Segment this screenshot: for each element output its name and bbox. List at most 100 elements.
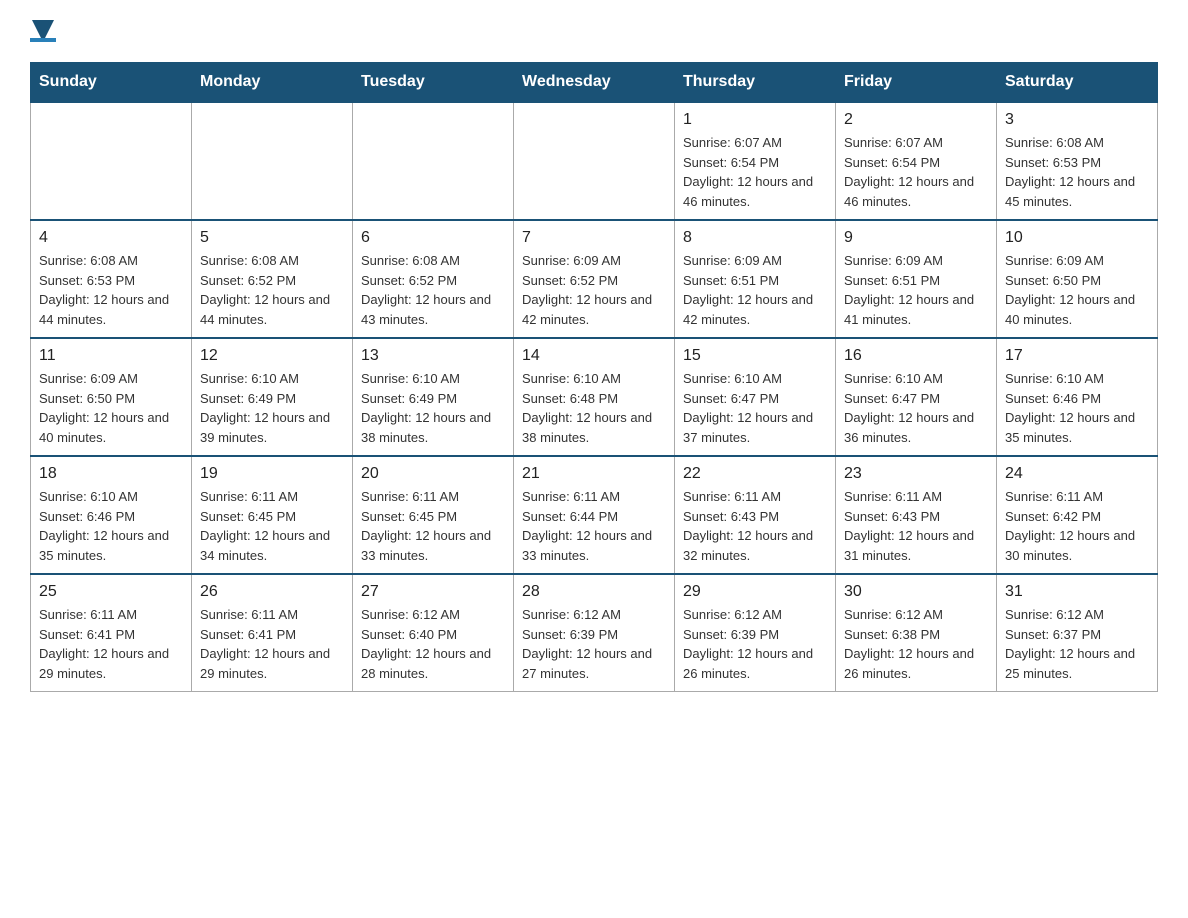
col-friday: Friday <box>836 63 997 103</box>
day-number: 16 <box>844 347 988 365</box>
table-row: 13Sunrise: 6:10 AM Sunset: 6:49 PM Dayli… <box>353 338 514 456</box>
day-info: Sunrise: 6:10 AM Sunset: 6:47 PM Dayligh… <box>683 369 827 447</box>
day-info: Sunrise: 6:11 AM Sunset: 6:41 PM Dayligh… <box>39 605 183 683</box>
calendar-week-row: 1 Sunrise: 6:07 AM Sunset: 6:54 PM Daylig… <box>31 102 1158 220</box>
day-info: Sunrise: 6:10 AM Sunset: 6:48 PM Dayligh… <box>522 369 666 447</box>
table-row: 21Sunrise: 6:11 AM Sunset: 6:44 PM Dayli… <box>514 456 675 574</box>
day-number: 11 <box>39 347 183 365</box>
day-number: 23 <box>844 465 988 483</box>
day-number: 6 <box>361 229 505 247</box>
day-number: 26 <box>200 583 344 601</box>
table-row: 28 Sunrise: 6:12 AM Sunset: 6:39 PM Dayli… <box>514 574 675 692</box>
day-number: 28 <box>522 583 666 601</box>
table-row: 25 Sunrise: 6:11 AM Sunset: 6:41 PM Dayli… <box>31 574 192 692</box>
day-info: Sunrise: 6:11 AM Sunset: 6:41 PM Dayligh… <box>200 605 344 683</box>
day-number: 31 <box>1005 583 1149 601</box>
logo <box>30 20 56 42</box>
day-number: 3 <box>1005 111 1149 129</box>
day-number: 10 <box>1005 229 1149 247</box>
table-row: 14 Sunrise: 6:10 AM Sunset: 6:48 PM Dayli… <box>514 338 675 456</box>
table-row: 17 Sunrise: 6:10 AM Sunset: 6:46 PM Dayli… <box>997 338 1158 456</box>
col-tuesday: Tuesday <box>353 63 514 103</box>
day-info: Sunrise: 6:09 AM Sunset: 6:51 PM Dayligh… <box>844 251 988 329</box>
day-number: 13 <box>361 347 505 365</box>
table-row: 31Sunrise: 6:12 AM Sunset: 6:37 PM Dayli… <box>997 574 1158 692</box>
day-number: 17 <box>1005 347 1149 365</box>
table-row <box>353 102 514 220</box>
day-info: Sunrise: 6:08 AM Sunset: 6:53 PM Dayligh… <box>1005 133 1149 211</box>
day-info: Sunrise: 6:11 AM Sunset: 6:45 PM Dayligh… <box>361 487 505 565</box>
table-row: 26 Sunrise: 6:11 AM Sunset: 6:41 PM Dayli… <box>192 574 353 692</box>
day-info: Sunrise: 6:10 AM Sunset: 6:46 PM Dayligh… <box>1005 369 1149 447</box>
day-info: Sunrise: 6:11 AM Sunset: 6:44 PM Dayligh… <box>522 487 666 565</box>
day-info: Sunrise: 6:10 AM Sunset: 6:46 PM Dayligh… <box>39 487 183 565</box>
calendar-header-row: Sunday Monday Tuesday Wednesday Thursday… <box>31 63 1158 103</box>
col-monday: Monday <box>192 63 353 103</box>
day-number: 27 <box>361 583 505 601</box>
calendar-week-row: 25 Sunrise: 6:11 AM Sunset: 6:41 PM Dayli… <box>31 574 1158 692</box>
day-number: 4 <box>39 229 183 247</box>
table-row: 23 Sunrise: 6:11 AM Sunset: 6:43 PM Dayli… <box>836 456 997 574</box>
calendar-table: Sunday Monday Tuesday Wednesday Thursday… <box>30 62 1158 692</box>
day-info: Sunrise: 6:09 AM Sunset: 6:52 PM Dayligh… <box>522 251 666 329</box>
day-number: 20 <box>361 465 505 483</box>
day-info: Sunrise: 6:11 AM Sunset: 6:43 PM Dayligh… <box>844 487 988 565</box>
col-thursday: Thursday <box>675 63 836 103</box>
day-info: Sunrise: 6:08 AM Sunset: 6:52 PM Dayligh… <box>361 251 505 329</box>
day-info: Sunrise: 6:12 AM Sunset: 6:39 PM Dayligh… <box>683 605 827 683</box>
table-row: 2 Sunrise: 6:07 AM Sunset: 6:54 PM Daylig… <box>836 102 997 220</box>
table-row: 4 Sunrise: 6:08 AM Sunset: 6:53 PM Daylig… <box>31 220 192 338</box>
day-info: Sunrise: 6:09 AM Sunset: 6:51 PM Dayligh… <box>683 251 827 329</box>
table-row: 30 Sunrise: 6:12 AM Sunset: 6:38 PM Dayli… <box>836 574 997 692</box>
table-row: 24 Sunrise: 6:11 AM Sunset: 6:42 PM Dayli… <box>997 456 1158 574</box>
day-number: 15 <box>683 347 827 365</box>
day-info: Sunrise: 6:11 AM Sunset: 6:42 PM Dayligh… <box>1005 487 1149 565</box>
day-number: 25 <box>39 583 183 601</box>
logo-blue-bar <box>30 38 56 42</box>
col-sunday: Sunday <box>31 63 192 103</box>
day-number: 19 <box>200 465 344 483</box>
table-row: 19 Sunrise: 6:11 AM Sunset: 6:45 PM Dayli… <box>192 456 353 574</box>
day-number: 30 <box>844 583 988 601</box>
day-info: Sunrise: 6:07 AM Sunset: 6:54 PM Dayligh… <box>844 133 988 211</box>
day-info: Sunrise: 6:12 AM Sunset: 6:40 PM Dayligh… <box>361 605 505 683</box>
table-row: 12Sunrise: 6:10 AM Sunset: 6:49 PM Dayli… <box>192 338 353 456</box>
table-row: 3 Sunrise: 6:08 AM Sunset: 6:53 PM Daylig… <box>997 102 1158 220</box>
table-row: 10 Sunrise: 6:09 AM Sunset: 6:50 PM Dayli… <box>997 220 1158 338</box>
col-saturday: Saturday <box>997 63 1158 103</box>
day-number: 24 <box>1005 465 1149 483</box>
day-number: 14 <box>522 347 666 365</box>
table-row: 29 Sunrise: 6:12 AM Sunset: 6:39 PM Dayli… <box>675 574 836 692</box>
day-number: 5 <box>200 229 344 247</box>
table-row: 15 Sunrise: 6:10 AM Sunset: 6:47 PM Dayli… <box>675 338 836 456</box>
table-row: 20 Sunrise: 6:11 AM Sunset: 6:45 PM Dayli… <box>353 456 514 574</box>
table-row: 9 Sunrise: 6:09 AM Sunset: 6:51 PM Daylig… <box>836 220 997 338</box>
table-row: 1 Sunrise: 6:07 AM Sunset: 6:54 PM Daylig… <box>675 102 836 220</box>
table-row <box>514 102 675 220</box>
table-row: 27 Sunrise: 6:12 AM Sunset: 6:40 PM Dayli… <box>353 574 514 692</box>
table-row <box>31 102 192 220</box>
day-number: 12 <box>200 347 344 365</box>
day-info: Sunrise: 6:07 AM Sunset: 6:54 PM Dayligh… <box>683 133 827 211</box>
day-number: 29 <box>683 583 827 601</box>
day-number: 2 <box>844 111 988 129</box>
day-info: Sunrise: 6:12 AM Sunset: 6:38 PM Dayligh… <box>844 605 988 683</box>
page-header <box>30 20 1158 42</box>
day-number: 8 <box>683 229 827 247</box>
table-row: 22Sunrise: 6:11 AM Sunset: 6:43 PM Dayli… <box>675 456 836 574</box>
day-info: Sunrise: 6:09 AM Sunset: 6:50 PM Dayligh… <box>39 369 183 447</box>
day-number: 9 <box>844 229 988 247</box>
day-info: Sunrise: 6:08 AM Sunset: 6:53 PM Dayligh… <box>39 251 183 329</box>
day-number: 1 <box>683 111 827 129</box>
day-info: Sunrise: 6:08 AM Sunset: 6:52 PM Dayligh… <box>200 251 344 329</box>
calendar-week-row: 11 Sunrise: 6:09 AM Sunset: 6:50 PM Dayli… <box>31 338 1158 456</box>
day-info: Sunrise: 6:11 AM Sunset: 6:45 PM Dayligh… <box>200 487 344 565</box>
day-info: Sunrise: 6:12 AM Sunset: 6:39 PM Dayligh… <box>522 605 666 683</box>
day-number: 7 <box>522 229 666 247</box>
table-row <box>192 102 353 220</box>
day-info: Sunrise: 6:10 AM Sunset: 6:47 PM Dayligh… <box>844 369 988 447</box>
table-row: 8 Sunrise: 6:09 AM Sunset: 6:51 PM Daylig… <box>675 220 836 338</box>
table-row: 5 Sunrise: 6:08 AM Sunset: 6:52 PM Daylig… <box>192 220 353 338</box>
day-info: Sunrise: 6:09 AM Sunset: 6:50 PM Dayligh… <box>1005 251 1149 329</box>
table-row: 7 Sunrise: 6:09 AM Sunset: 6:52 PM Daylig… <box>514 220 675 338</box>
